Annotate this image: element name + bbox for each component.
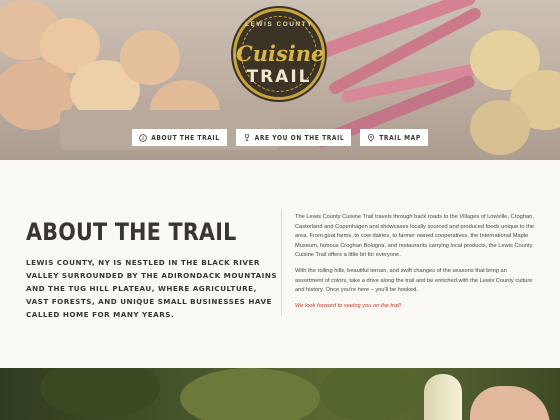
- about-title: ABOUT THE TRAIL: [26, 218, 237, 246]
- nav-label: ABOUT THE TRAIL: [151, 133, 220, 142]
- wine-glass-image: [424, 374, 462, 420]
- map-pin-icon: [368, 133, 375, 142]
- nav-label: ARE YOU ON THE TRAIL: [254, 133, 345, 142]
- hand-image: [470, 386, 550, 420]
- about-lede: LEWIS COUNTY, NY IS NESTLED IN THE BLACK…: [26, 258, 278, 319]
- hero-nav: ABOUT THE TRAIL ARE YOU ON THE TRAIL TRA…: [0, 129, 560, 146]
- about-cta: We look forward to seeing you on the tra…: [295, 302, 402, 309]
- logo-top-text: LEWIS COUNTY: [245, 21, 313, 28]
- cuisine-trail-logo[interactable]: LEWIS COUNTY Cuisine TRAIL: [233, 8, 325, 100]
- hero-banner: LEWIS COUNTY Cuisine TRAIL ABOUT THE TRA…: [0, 0, 560, 160]
- about-paragraph-2: With the rolling hills, beautiful terrai…: [295, 267, 533, 294]
- info-icon: [139, 133, 147, 142]
- wine-glass-icon: [244, 133, 249, 141]
- nav-trail-map-button[interactable]: TRAIL MAP: [360, 129, 428, 146]
- nav-are-you-on-the-trail-button[interactable]: ARE YOU ON THE TRAIL: [235, 129, 352, 146]
- about-paragraph-1: The Lewis County Cuisine Trail travels t…: [295, 214, 535, 259]
- section-divider: [281, 210, 282, 316]
- about-body: The Lewis County Cuisine Trail travels t…: [295, 213, 535, 317]
- nav-about-the-trail-button[interactable]: ABOUT THE TRAIL: [132, 129, 227, 146]
- nav-label: TRAIL MAP: [379, 133, 421, 142]
- footer-photo: [0, 368, 560, 420]
- logo-trail-text: TRAIL: [246, 67, 312, 87]
- about-section: ABOUT THE TRAIL LEWIS COUNTY, NY IS NEST…: [0, 160, 560, 368]
- logo-script-text: Cuisine: [236, 41, 325, 66]
